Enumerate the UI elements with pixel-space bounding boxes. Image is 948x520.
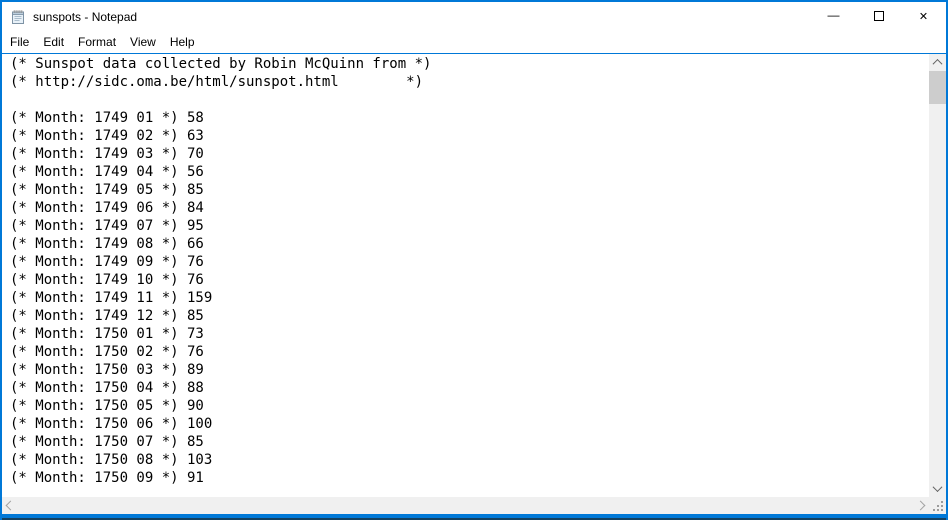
chevron-down-icon <box>932 482 943 493</box>
editor-line: (* Month: 1750 06 *) 100 <box>10 416 213 432</box>
editor-line: (* Month: 1749 11 *) 159 <box>10 290 213 306</box>
minimize-icon: — <box>827 8 840 22</box>
menubar: File Edit Format View Help <box>2 32 946 53</box>
editor-line: (* Month: 1749 05 *) 85 <box>10 182 204 198</box>
editor-line: (* Month: 1749 09 *) 76 <box>10 254 204 270</box>
chevron-left-icon <box>5 500 16 511</box>
chevron-right-icon <box>915 500 926 511</box>
editor-line: (* Month: 1750 09 *) 91 <box>10 470 204 486</box>
close-button[interactable]: ✕ <box>901 2 946 32</box>
maximize-button[interactable] <box>856 2 901 32</box>
vertical-scrollbar-track[interactable] <box>929 104 946 480</box>
editor-line: (* Month: 1750 04 *) 88 <box>10 380 204 396</box>
editor-line: (* Month: 1749 06 *) 84 <box>10 200 204 216</box>
editor-line: (* Month: 1750 08 *) 103 <box>10 452 213 468</box>
window-title: sunspots - Notepad <box>33 10 138 24</box>
titlebar[interactable]: sunspots - Notepad — ✕ <box>2 2 946 32</box>
scroll-left-button[interactable] <box>2 497 19 514</box>
editor-content[interactable]: (* Sunspot data collected by Robin McQui… <box>2 54 929 497</box>
scroll-up-button[interactable] <box>929 54 946 71</box>
editor-line: (* Month: 1750 05 *) 90 <box>10 398 204 414</box>
notepad-window: sunspots - Notepad — ✕ File Edit Format … <box>0 0 948 520</box>
editor-line: (* Month: 1750 01 *) 73 <box>10 326 204 342</box>
editor-line: (* Month: 1749 03 *) 70 <box>10 146 204 162</box>
editor-line: (* http://sidc.oma.be/html/sunspot.html … <box>10 74 424 90</box>
menu-help[interactable]: Help <box>163 32 202 53</box>
editor-line: (* Month: 1749 02 *) 63 <box>10 128 204 144</box>
resize-grip-icon <box>933 501 943 511</box>
horizontal-scrollbar[interactable] <box>2 497 946 514</box>
editor-line: (* Month: 1750 07 *) 85 <box>10 434 204 450</box>
editor-line: (* Month: 1749 08 *) 66 <box>10 236 204 252</box>
editor-line: (* Month: 1749 04 *) 56 <box>10 164 204 180</box>
menu-file[interactable]: File <box>3 32 36 53</box>
menu-view[interactable]: View <box>123 32 163 53</box>
scroll-down-button[interactable] <box>929 480 946 497</box>
resize-grip[interactable] <box>929 497 946 514</box>
editor-line: (* Month: 1749 10 *) 76 <box>10 272 204 288</box>
notepad-icon[interactable] <box>10 9 26 25</box>
menu-edit[interactable]: Edit <box>36 32 71 53</box>
minimize-button[interactable]: — <box>811 2 856 32</box>
editor-line: (* Sunspot data collected by Robin McQui… <box>10 56 432 72</box>
editor-line: (* Month: 1750 02 *) 76 <box>10 344 204 360</box>
editor-line: (* Month: 1749 07 *) 95 <box>10 218 204 234</box>
vertical-scrollbar-thumb[interactable] <box>929 71 946 104</box>
scroll-right-button[interactable] <box>912 497 929 514</box>
editor-line: (* Month: 1749 12 *) 85 <box>10 308 204 324</box>
menu-format[interactable]: Format <box>71 32 123 53</box>
close-icon: ✕ <box>918 10 929 23</box>
content-area: (* Sunspot data collected by Robin McQui… <box>2 54 946 497</box>
horizontal-scrollbar-track[interactable] <box>19 497 912 514</box>
maximize-icon <box>873 10 884 24</box>
vertical-scrollbar[interactable] <box>929 54 946 497</box>
chevron-up-icon <box>932 58 943 69</box>
editor-line: (* Month: 1749 01 *) 58 <box>10 110 204 126</box>
editor-line: (* Month: 1750 03 *) 89 <box>10 362 204 378</box>
